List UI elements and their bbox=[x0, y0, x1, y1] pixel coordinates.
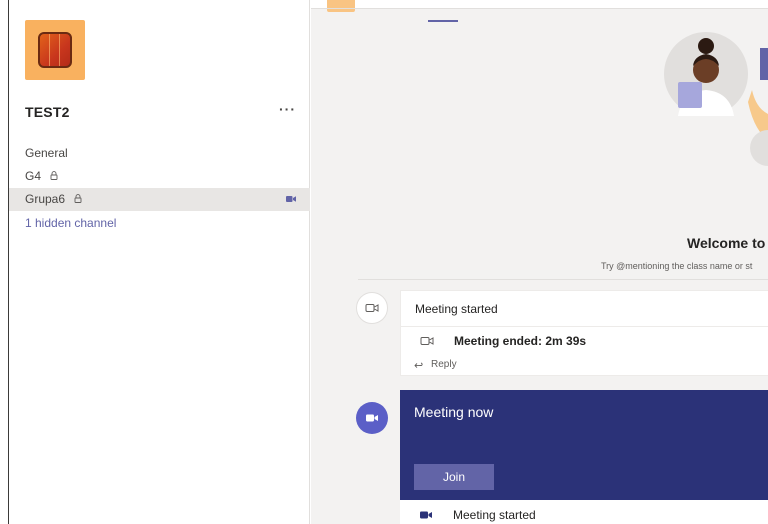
team-logo-icon bbox=[38, 32, 72, 68]
meeting-now-title: Meeting now bbox=[414, 404, 494, 420]
welcome-illustration bbox=[664, 32, 768, 166]
meeting-now-banner: Meeting now Join bbox=[400, 390, 768, 500]
camera-icon bbox=[420, 337, 434, 345]
active-tab-indicator bbox=[428, 20, 458, 22]
camera-icon bbox=[366, 414, 378, 422]
meeting-now-avatar bbox=[356, 402, 388, 434]
app-rail-edge bbox=[0, 0, 9, 524]
header-bar bbox=[311, 0, 768, 12]
camera-icon bbox=[365, 304, 379, 312]
meeting-started-footer: Meeting started bbox=[400, 500, 768, 524]
camera-icon bbox=[420, 511, 432, 519]
lock-icon bbox=[50, 171, 58, 180]
channel-general[interactable]: General bbox=[9, 142, 310, 165]
channel-label: G4 bbox=[25, 169, 42, 183]
team-name: TEST2 bbox=[25, 104, 70, 120]
post-title: Meeting started bbox=[415, 302, 498, 316]
header-divider bbox=[311, 8, 768, 9]
channel-g4[interactable]: G4 bbox=[9, 165, 310, 188]
conversation-area: Welcome to Try @mentioning the class nam… bbox=[311, 0, 768, 524]
meeting-ended-text: Meeting ended: 2m 39s bbox=[454, 334, 587, 348]
channel-pane: TEST2 ··· General G4 Grupa6 1 hidden cha… bbox=[9, 0, 310, 524]
live-meeting-icon bbox=[286, 196, 296, 202]
channel-label: Grupa6 bbox=[25, 192, 66, 206]
reply-icon[interactable]: ↩ bbox=[414, 359, 423, 372]
channel-grupa6[interactable]: Grupa6 bbox=[9, 188, 310, 211]
section-divider bbox=[358, 279, 768, 280]
lock-icon bbox=[74, 194, 82, 203]
meeting-avatar bbox=[356, 292, 388, 324]
header-team-tile bbox=[327, 0, 355, 12]
welcome-title: Welcome to bbox=[687, 235, 766, 251]
reply-link[interactable]: Reply bbox=[431, 359, 457, 370]
post-meeting-started: Meeting started Meeting ended: 2m 39s ↩ … bbox=[400, 290, 768, 376]
post-separator bbox=[401, 326, 768, 327]
welcome-subtitle: Try @mentioning the class name or st bbox=[601, 261, 753, 271]
meeting-started-text: Meeting started bbox=[453, 508, 536, 522]
more-options-button[interactable]: ··· bbox=[279, 101, 296, 117]
channel-label: General bbox=[25, 146, 68, 160]
team-avatar[interactable] bbox=[25, 20, 85, 80]
join-button[interactable]: Join bbox=[414, 464, 494, 490]
hidden-channels-link[interactable]: 1 hidden channel bbox=[9, 212, 310, 235]
